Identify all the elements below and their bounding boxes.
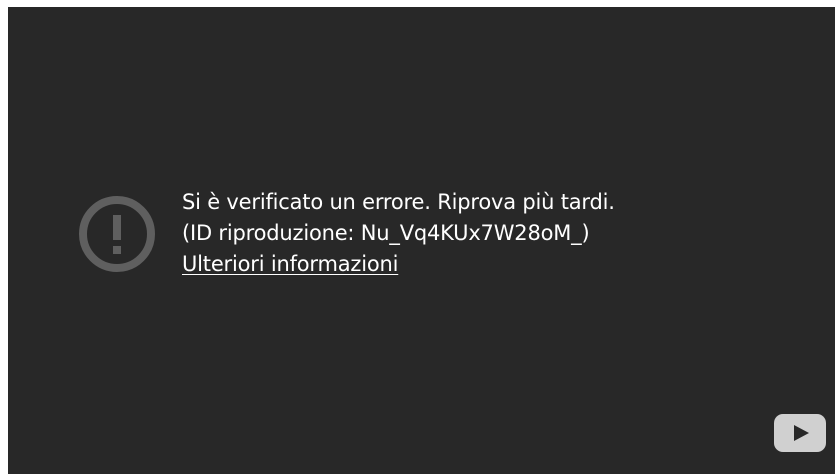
youtube-play-icon[interactable] — [774, 414, 826, 452]
playback-id: (ID riproduzione: Nu_Vq4KUx7W28oM_) — [182, 221, 590, 245]
error-message: Si è verificato un errore. Riprova più t… — [182, 190, 615, 214]
error-overlay: Si è verificato un errore. Riprova più t… — [78, 187, 615, 280]
error-message-block: Si è verificato un errore. Riprova più t… — [182, 187, 615, 280]
more-info-link[interactable]: Ulteriori informazioni — [182, 249, 615, 280]
video-player[interactable]: Si è verificato un errore. Riprova più t… — [8, 7, 835, 474]
exclamation-circle-icon — [78, 195, 156, 273]
